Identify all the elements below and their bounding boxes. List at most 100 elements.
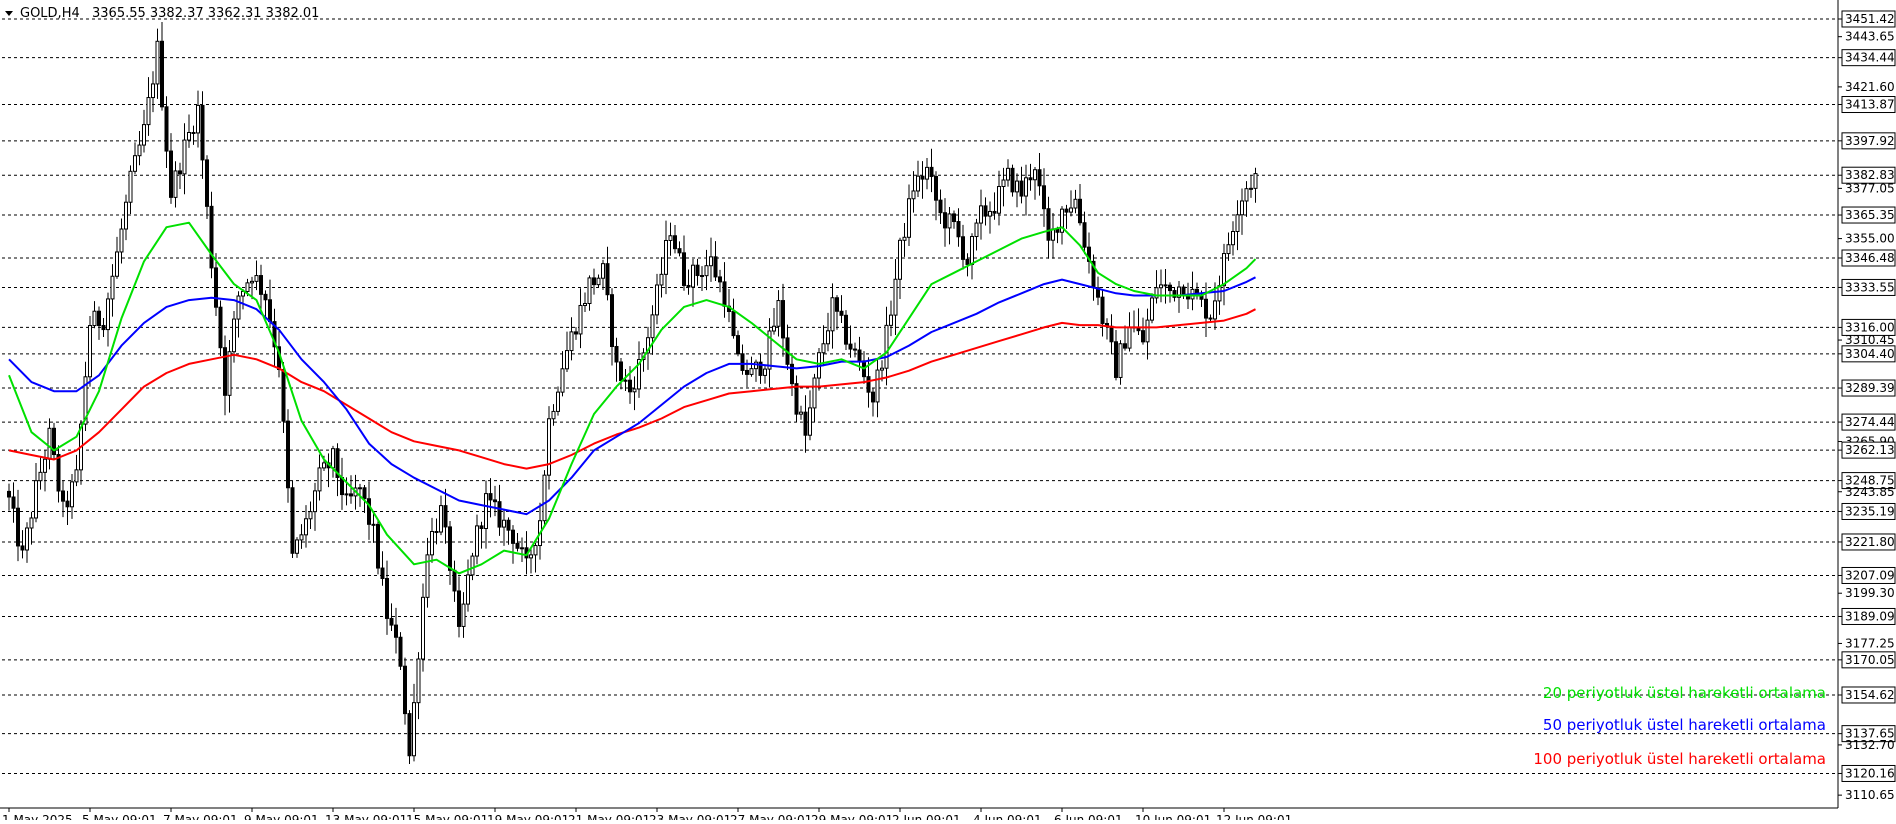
candle-body-up xyxy=(196,104,200,134)
candle xyxy=(187,114,191,148)
candle xyxy=(596,274,601,288)
candle-body-up xyxy=(110,275,115,300)
candle xyxy=(709,237,713,282)
y-tick-label: 3289.39 xyxy=(1845,381,1895,395)
candle-body-up xyxy=(596,277,601,286)
candle-body-down xyxy=(223,347,227,396)
candle-body-down xyxy=(857,349,862,362)
candle xyxy=(286,409,290,503)
candle-body-down xyxy=(20,545,25,551)
candle-body-down xyxy=(920,175,925,180)
candle xyxy=(1028,163,1033,191)
ema100-line xyxy=(8,308,1256,470)
candle-body-up xyxy=(623,379,628,382)
candle-body-down xyxy=(731,310,736,337)
candle-body-up xyxy=(749,368,754,375)
candle xyxy=(1078,184,1082,226)
candle xyxy=(560,351,565,397)
collapse-triangle-icon[interactable] xyxy=(5,11,13,16)
candle xyxy=(1244,181,1249,217)
candle-body-up xyxy=(776,300,781,327)
candle-body-down xyxy=(619,361,623,382)
ema20-line xyxy=(8,221,1257,575)
candle-body-down xyxy=(1100,296,1105,324)
candle xyxy=(65,490,70,525)
candle xyxy=(754,359,758,382)
price-chart: 3451.42 3443.65 3434.44 3421.60 3413.87 3397.… xyxy=(0,0,1896,824)
candle xyxy=(1127,312,1132,352)
y-tick-label: 3346.48 xyxy=(1845,251,1895,265)
candle-body-down xyxy=(1204,298,1208,319)
candle xyxy=(925,157,929,190)
candle xyxy=(691,259,695,307)
y-tick-label: 3120.16 xyxy=(1845,766,1895,780)
candle-body-down xyxy=(592,277,596,286)
candle xyxy=(335,443,340,497)
candle xyxy=(416,652,421,720)
candle-body-down xyxy=(497,501,502,528)
candle-body-down xyxy=(574,331,578,335)
y-tick-label: 3451.42 xyxy=(1845,12,1895,26)
candle-body-up xyxy=(916,175,920,192)
candle xyxy=(466,559,470,612)
candle xyxy=(376,519,380,575)
candle xyxy=(736,330,740,357)
candle-body-down xyxy=(11,496,16,509)
candle xyxy=(421,583,425,672)
candle-body-up xyxy=(520,547,524,550)
ohlc-label: 3365.55 3382.37 3362.31 3382.01 xyxy=(92,6,319,21)
candle xyxy=(484,480,488,549)
candle-body-up xyxy=(583,303,587,306)
candle xyxy=(713,241,718,282)
candle-body-up xyxy=(38,471,43,482)
candle-body-up xyxy=(889,314,893,326)
y-tick-label: 3310.45 xyxy=(1845,333,1895,347)
candle-body-down xyxy=(695,264,700,277)
candle xyxy=(970,233,974,280)
candle-body-down xyxy=(380,567,385,580)
candle xyxy=(632,376,637,411)
candle xyxy=(686,269,691,295)
candle xyxy=(947,207,952,245)
candle xyxy=(1100,289,1105,337)
candle-body-down xyxy=(443,505,448,528)
candle-body-down xyxy=(407,713,412,757)
candle-body-up xyxy=(461,603,466,627)
candle xyxy=(196,90,200,148)
candle xyxy=(1145,308,1150,360)
candle xyxy=(574,327,578,340)
candle xyxy=(1087,232,1091,274)
candle xyxy=(812,373,817,423)
x-tick-label: 15 May 09:01 xyxy=(406,813,488,820)
candle-body-down xyxy=(16,507,20,547)
candle-body-up xyxy=(1024,177,1028,197)
candle-body-up xyxy=(173,170,178,198)
candle-body-down xyxy=(290,487,295,554)
candle xyxy=(542,470,547,525)
candle-body-up xyxy=(1249,187,1253,190)
candle-body-down xyxy=(1208,317,1213,320)
candle xyxy=(434,518,439,545)
candle-body-down xyxy=(214,267,218,308)
candle xyxy=(92,301,97,329)
candle-body-down xyxy=(376,523,380,569)
candle-body-up xyxy=(1150,297,1154,321)
candle-body-down xyxy=(961,236,965,260)
candle xyxy=(956,208,961,247)
candle xyxy=(142,109,146,153)
candle-body-down xyxy=(781,300,785,339)
candle xyxy=(56,445,61,503)
candle-body-up xyxy=(668,235,673,241)
candle-body-up xyxy=(1145,319,1150,343)
candle-body-up xyxy=(137,144,142,157)
candle xyxy=(889,300,893,337)
candle xyxy=(1195,282,1199,300)
candle xyxy=(808,390,812,441)
candle xyxy=(1177,280,1181,313)
candle-body-up xyxy=(1127,326,1132,349)
candle-body-up xyxy=(947,213,952,229)
candle-body-down xyxy=(965,258,970,265)
candle-body-down xyxy=(956,221,961,238)
candle-layer xyxy=(7,21,1258,764)
candle-body-up xyxy=(880,367,884,371)
